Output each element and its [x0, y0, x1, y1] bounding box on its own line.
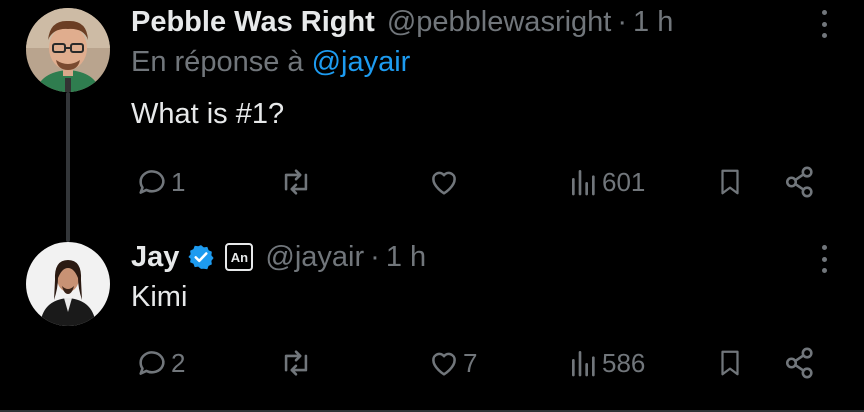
- reply-mention-link[interactable]: @jayair: [312, 46, 411, 78]
- avatar[interactable]: [26, 8, 110, 92]
- avatar[interactable]: [26, 242, 110, 326]
- reply-count: 1: [171, 166, 186, 197]
- analytics-icon: [572, 170, 595, 196]
- affiliate-badge[interactable]: An: [225, 243, 254, 271]
- avatar-man-long-hair-icon: [26, 242, 110, 326]
- heart-icon: [432, 171, 456, 195]
- views-button[interactable]: 586: [568, 343, 645, 383]
- thread-connector-line: [66, 92, 70, 242]
- share-icon: [785, 347, 813, 379]
- separator-dot: ·: [617, 5, 628, 38]
- separator-dot: ·: [370, 240, 380, 273]
- display-name[interactable]: Jay: [131, 241, 179, 274]
- reply-count: 2: [171, 347, 186, 378]
- timestamp[interactable]: 1 h: [633, 6, 673, 39]
- user-handle[interactable]: @pebblewasright: [387, 6, 612, 39]
- more-options-icon[interactable]: [820, 245, 828, 273]
- repost-icon: [284, 350, 308, 376]
- bookmark-icon: [721, 169, 739, 195]
- bookmark-button[interactable]: [715, 343, 745, 383]
- view-count: 601: [602, 166, 646, 197]
- share-button[interactable]: [783, 162, 817, 202]
- share-button[interactable]: [783, 343, 817, 383]
- tweet-text: What is #1?: [131, 98, 285, 130]
- tweet-text: Kimi: [131, 281, 188, 313]
- user-handle[interactable]: @jayair: [265, 241, 364, 274]
- tweet-1[interactable]: Pebble Was Right @pebblewasright · 1 h E…: [131, 2, 864, 198]
- action-bar: 2 7 586: [131, 343, 831, 383]
- display-name[interactable]: Pebble Was Right: [131, 6, 375, 39]
- reply-icon: [139, 170, 165, 194]
- tweet-header: Pebble Was Right @pebblewasright · 1 h: [131, 2, 864, 42]
- repost-icon: [284, 169, 308, 195]
- reply-button[interactable]: 1: [135, 162, 185, 202]
- verified-badge-icon: [187, 243, 215, 271]
- like-button[interactable]: [427, 162, 463, 202]
- avatar-man-glasses-icon: [26, 8, 110, 92]
- tweet-2[interactable]: Jay An @jayair · 1 h Kimi 2 7 586: [131, 237, 864, 379]
- repost-button[interactable]: [278, 343, 316, 383]
- action-bar: 1 601: [131, 162, 831, 202]
- more-options-icon[interactable]: [820, 10, 828, 38]
- views-button[interactable]: 601: [568, 162, 645, 202]
- tweet-header: Jay An @jayair · 1 h: [131, 237, 864, 277]
- analytics-icon: [572, 351, 595, 377]
- heart-icon: [432, 352, 456, 376]
- bookmark-icon: [721, 350, 739, 376]
- like-button[interactable]: 7: [427, 343, 477, 383]
- bookmark-button[interactable]: [715, 162, 745, 202]
- share-icon: [785, 166, 813, 198]
- reply-icon: [139, 351, 165, 375]
- timestamp[interactable]: 1 h: [386, 241, 426, 274]
- reply-context: En réponse à @jayair: [131, 46, 864, 86]
- repost-button[interactable]: [278, 162, 316, 202]
- view-count: 586: [602, 347, 646, 378]
- like-count: 7: [463, 347, 478, 378]
- reply-prefix: En réponse à: [131, 46, 304, 78]
- reply-button[interactable]: 2: [135, 343, 185, 383]
